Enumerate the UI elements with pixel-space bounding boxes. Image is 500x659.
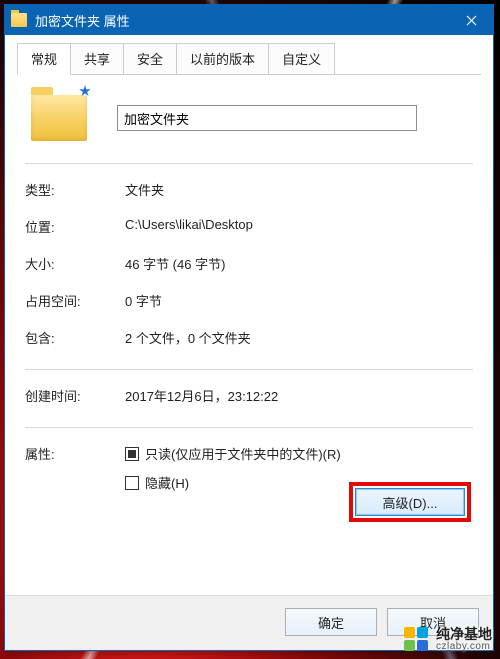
location-label: 位置:	[25, 217, 125, 236]
created-label: 创建时间:	[25, 386, 125, 405]
advanced-highlight: 高级(D)...	[349, 482, 471, 522]
contains-label: 包含:	[25, 328, 125, 347]
tab-share[interactable]: 共享	[70, 43, 124, 74]
watermark-url: czlaby.com	[436, 642, 492, 653]
folder-icon	[11, 13, 27, 27]
location-value: C:\Users\likai\Desktop	[125, 217, 473, 236]
readonly-checkbox[interactable]	[125, 447, 139, 461]
folder-name-input[interactable]	[117, 105, 417, 131]
hidden-label: 隐藏(H)	[145, 473, 189, 492]
hidden-checkbox[interactable]	[125, 476, 139, 490]
advanced-button[interactable]: 高级(D)...	[355, 488, 465, 516]
titlebar[interactable]: 加密文件夹 属性	[5, 5, 493, 35]
size-on-disk-value: 0 字节	[125, 291, 473, 310]
type-label: 类型:	[25, 180, 125, 199]
watermark-name: 纯净基地	[436, 627, 492, 642]
folder-large-icon	[31, 95, 87, 141]
separator	[25, 369, 473, 370]
properties-dialog: 加密文件夹 属性 常规 共享 安全 以前的版本 自定义 类型: 文件夹 位置:	[4, 4, 494, 651]
size-on-disk-label: 占用空间:	[25, 291, 125, 310]
close-button[interactable]	[449, 5, 493, 35]
window-title: 加密文件夹 属性	[35, 11, 449, 30]
tab-previous-versions[interactable]: 以前的版本	[176, 43, 269, 74]
tab-security[interactable]: 安全	[123, 43, 177, 74]
attributes-label: 属性:	[25, 444, 125, 502]
tab-general[interactable]: 常规	[17, 43, 71, 75]
tab-custom[interactable]: 自定义	[268, 43, 335, 74]
separator	[25, 427, 473, 428]
separator	[25, 163, 473, 164]
tab-strip: 常规 共享 安全 以前的版本 自定义	[17, 43, 481, 75]
created-value: 2017年12月6日，23:12:22	[125, 386, 473, 405]
close-icon	[466, 15, 477, 26]
size-value: 46 字节 (46 字节)	[125, 254, 473, 273]
client-area: 常规 共享 安全 以前的版本 自定义 类型: 文件夹 位置: C:\Users\…	[5, 35, 493, 595]
watermark: 纯净基地 czlaby.com	[404, 627, 492, 653]
readonly-checkbox-row[interactable]: 只读(仅应用于文件夹中的文件)(R)	[125, 444, 473, 463]
contains-value: 2 个文件，0 个文件夹	[125, 328, 473, 347]
watermark-logo-icon	[404, 627, 430, 653]
size-label: 大小:	[25, 254, 125, 273]
general-pane: 类型: 文件夹 位置: C:\Users\likai\Desktop 大小: 4…	[17, 75, 481, 595]
ok-button[interactable]: 确定	[285, 608, 377, 636]
readonly-label: 只读(仅应用于文件夹中的文件)(R)	[145, 444, 341, 463]
type-value: 文件夹	[125, 180, 473, 199]
